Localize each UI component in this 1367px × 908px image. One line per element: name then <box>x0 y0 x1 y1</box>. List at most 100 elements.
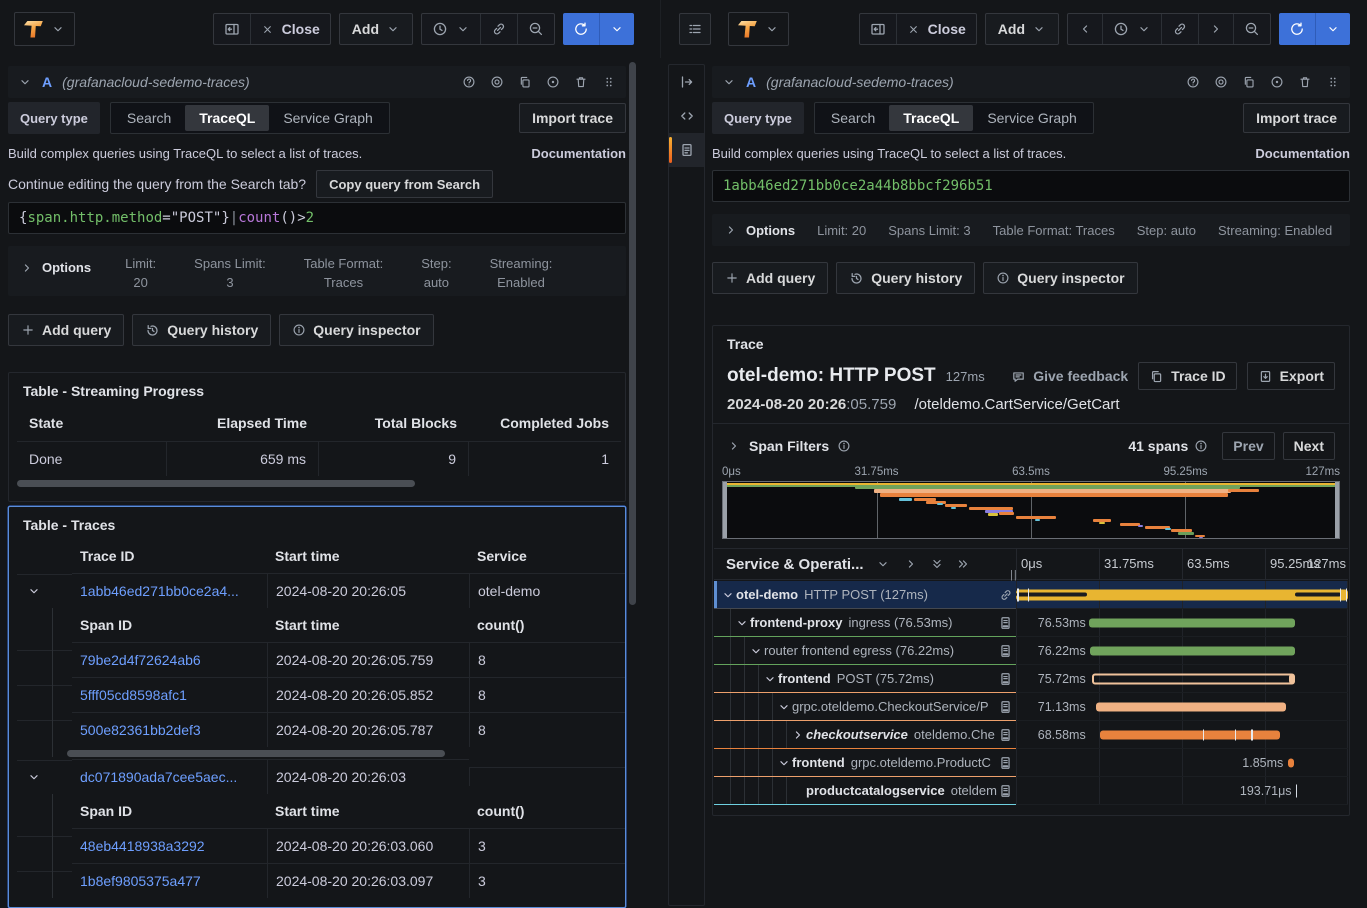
copy-query-icon[interactable] <box>1242 75 1256 89</box>
span-row[interactable]: 48eb4418938a32922024-08-20 20:26:03.0603 <box>17 828 625 863</box>
split-pane-icon[interactable] <box>214 14 251 44</box>
span-bar[interactable] <box>1090 646 1295 655</box>
link-icon[interactable] <box>1162 14 1199 44</box>
query-history-button-left[interactable]: Query history <box>132 314 271 346</box>
minimap-handle-right[interactable] <box>1335 482 1339 538</box>
collapse-trace-icon[interactable] <box>17 574 72 607</box>
trace-outline-button[interactable] <box>669 133 704 167</box>
run-query-interval-right[interactable] <box>1316 13 1350 45</box>
span-id-link[interactable]: 500e82361bb2def3 <box>72 712 267 747</box>
span-row[interactable]: 5fff05cd8598afc12024-08-20 20:26:05.8528 <box>17 677 625 712</box>
collapse-span-icon[interactable] <box>762 672 778 686</box>
logs-icon[interactable] <box>998 699 1013 714</box>
span-name-cell[interactable]: checkoutserviceoteldemo.Che <box>714 721 1016 749</box>
add-dropdown-right[interactable]: Add <box>985 13 1059 45</box>
waterfall-span-row[interactable]: frontendPOST (75.72ms)75.72ms <box>714 665 1348 693</box>
import-trace-button-left[interactable]: Import trace <box>519 103 626 133</box>
logs-icon[interactable] <box>998 643 1013 658</box>
span-name-cell[interactable]: router frontend egress (76.22ms) <box>714 637 1016 665</box>
expand-outline-button[interactable] <box>669 65 704 99</box>
time-shift-back-icon[interactable] <box>1068 14 1103 44</box>
span-name-cell[interactable]: productcatalogserviceoteldem <box>714 777 1016 805</box>
tab-search[interactable]: Search <box>113 105 185 131</box>
span-timeline-cell[interactable]: 68.58ms <box>1016 721 1348 749</box>
tab-search[interactable]: Search <box>817 105 889 131</box>
collapse-span-icon[interactable] <box>748 644 764 658</box>
query-inspector-button-right[interactable]: Query inspector <box>983 262 1137 294</box>
query-history-button-right[interactable]: Query history <box>836 262 975 294</box>
span-name-cell[interactable]: frontend-proxyingress (76.53ms) <box>714 609 1016 637</box>
collapse-query-icon[interactable] <box>18 75 32 89</box>
span-timeline-cell[interactable]: 193.71μs <box>1016 777 1348 805</box>
disable-query-icon[interactable] <box>546 75 560 89</box>
trace-id-button[interactable]: Trace ID <box>1138 362 1236 390</box>
copy-query-from-search-button[interactable]: Copy query from Search <box>316 170 493 198</box>
span-bar[interactable] <box>1288 758 1294 767</box>
traceql-query-input-left[interactable]: {span.http.method = "POST"} | count() > … <box>8 202 626 234</box>
time-picker-right[interactable] <box>1103 14 1162 44</box>
span-links-icon[interactable] <box>999 588 1013 602</box>
add-query-button-left[interactable]: Add query <box>8 314 124 346</box>
waterfall-span-row[interactable]: frontend-proxyingress (76.53ms)76.53ms <box>714 609 1348 637</box>
logs-icon[interactable] <box>998 727 1013 742</box>
link-icon[interactable] <box>481 14 518 44</box>
collapse-one-icon[interactable] <box>904 557 918 571</box>
span-row[interactable]: 79be2d4f72624ab62024-08-20 20:26:05.7598 <box>17 642 625 677</box>
span-name-cell[interactable]: frontendgrpc.oteldemo.ProductC <box>714 749 1016 777</box>
span-id-link[interactable]: 48eb4418938a3292 <box>72 828 267 863</box>
collapse-all-icon[interactable] <box>956 557 970 571</box>
import-trace-button-right[interactable]: Import trace <box>1243 103 1350 133</box>
waterfall-span-row[interactable]: grpc.oteldemo.CheckoutService/P71.13ms <box>714 693 1348 721</box>
options-toggle-left[interactable]: Options <box>20 260 91 275</box>
run-query-button-left[interactable] <box>563 13 600 45</box>
collapse-trace-icon[interactable] <box>17 760 72 793</box>
outline-button[interactable] <box>679 13 711 45</box>
query-outline-button[interactable] <box>669 99 704 133</box>
documentation-link-right[interactable]: Documentation <box>1255 146 1350 161</box>
span-timeline-cell[interactable] <box>1016 581 1348 609</box>
span-row[interactable]: 1b8ef9805375a4772024-08-20 20:26:03.0973 <box>17 863 625 898</box>
waterfall-span-row[interactable]: checkoutserviceoteldemo.Che68.58ms <box>714 721 1348 749</box>
column-resize-handle[interactable]: || <box>1010 569 1018 581</box>
waterfall-span-row[interactable]: otel-demoHTTP POST (127ms) <box>714 581 1348 609</box>
tab-service-graph[interactable]: Service Graph <box>269 105 386 131</box>
span-bar[interactable] <box>1100 730 1280 739</box>
zoom-out-icon[interactable] <box>518 14 554 44</box>
delete-query-icon[interactable] <box>574 75 588 89</box>
drag-handle-icon[interactable] <box>602 75 616 89</box>
span-bar[interactable] <box>1092 673 1295 684</box>
time-picker-left[interactable] <box>422 14 481 44</box>
run-query-button-right[interactable] <box>1279 13 1316 45</box>
span-timeline-cell[interactable]: 75.72ms <box>1016 665 1348 693</box>
span-bar[interactable] <box>1016 589 1348 600</box>
time-shift-forward-icon[interactable] <box>1199 14 1234 44</box>
horizontal-scrollbar[interactable] <box>67 750 445 757</box>
query-row-header-left[interactable]: A (grafanacloud-sedemo-traces) <box>8 66 626 98</box>
span-name-cell[interactable]: grpc.oteldemo.CheckoutService/P <box>714 693 1016 721</box>
chevron-down-icon[interactable] <box>876 557 890 571</box>
prev-span-button[interactable]: Prev <box>1222 432 1274 460</box>
datasource-picker-left[interactable] <box>14 12 75 46</box>
span-name-cell[interactable]: otel-demoHTTP POST (127ms) <box>714 581 1016 609</box>
span-id-link[interactable]: 5fff05cd8598afc1 <box>72 677 267 712</box>
tab-traceql[interactable]: TraceQL <box>889 105 973 131</box>
trace-row[interactable]: dc071890ada7cee5aec...2024-08-20 20:26:0… <box>17 759 625 794</box>
copy-query-icon[interactable] <box>518 75 532 89</box>
span-name-cell[interactable]: frontendPOST (75.72ms) <box>714 665 1016 693</box>
span-bar[interactable] <box>1096 702 1285 711</box>
documentation-link-left[interactable]: Documentation <box>531 146 626 161</box>
collapse-query-icon[interactable] <box>722 75 736 89</box>
logs-icon[interactable] <box>998 755 1013 770</box>
span-row[interactable]: 500e82361bb2def32024-08-20 20:26:05.7878 <box>17 712 625 747</box>
tab-traceql[interactable]: TraceQL <box>185 105 269 131</box>
add-query-button-right[interactable]: Add query <box>712 262 828 294</box>
minimap-handle-left[interactable] <box>723 482 727 538</box>
run-query-interval-left[interactable] <box>600 13 634 45</box>
split-pane-icon[interactable] <box>860 14 897 44</box>
traceql-query-input-right[interactable]: 1abb46ed271bb0ce2a44b8bbcf296b51 <box>712 170 1350 202</box>
collapse-span-icon[interactable] <box>720 588 736 602</box>
give-feedback-link[interactable]: Give feedback <box>1011 368 1128 384</box>
collapse-span-icon[interactable] <box>790 728 806 742</box>
logs-icon[interactable] <box>998 615 1013 630</box>
record-icon[interactable] <box>1214 75 1228 89</box>
